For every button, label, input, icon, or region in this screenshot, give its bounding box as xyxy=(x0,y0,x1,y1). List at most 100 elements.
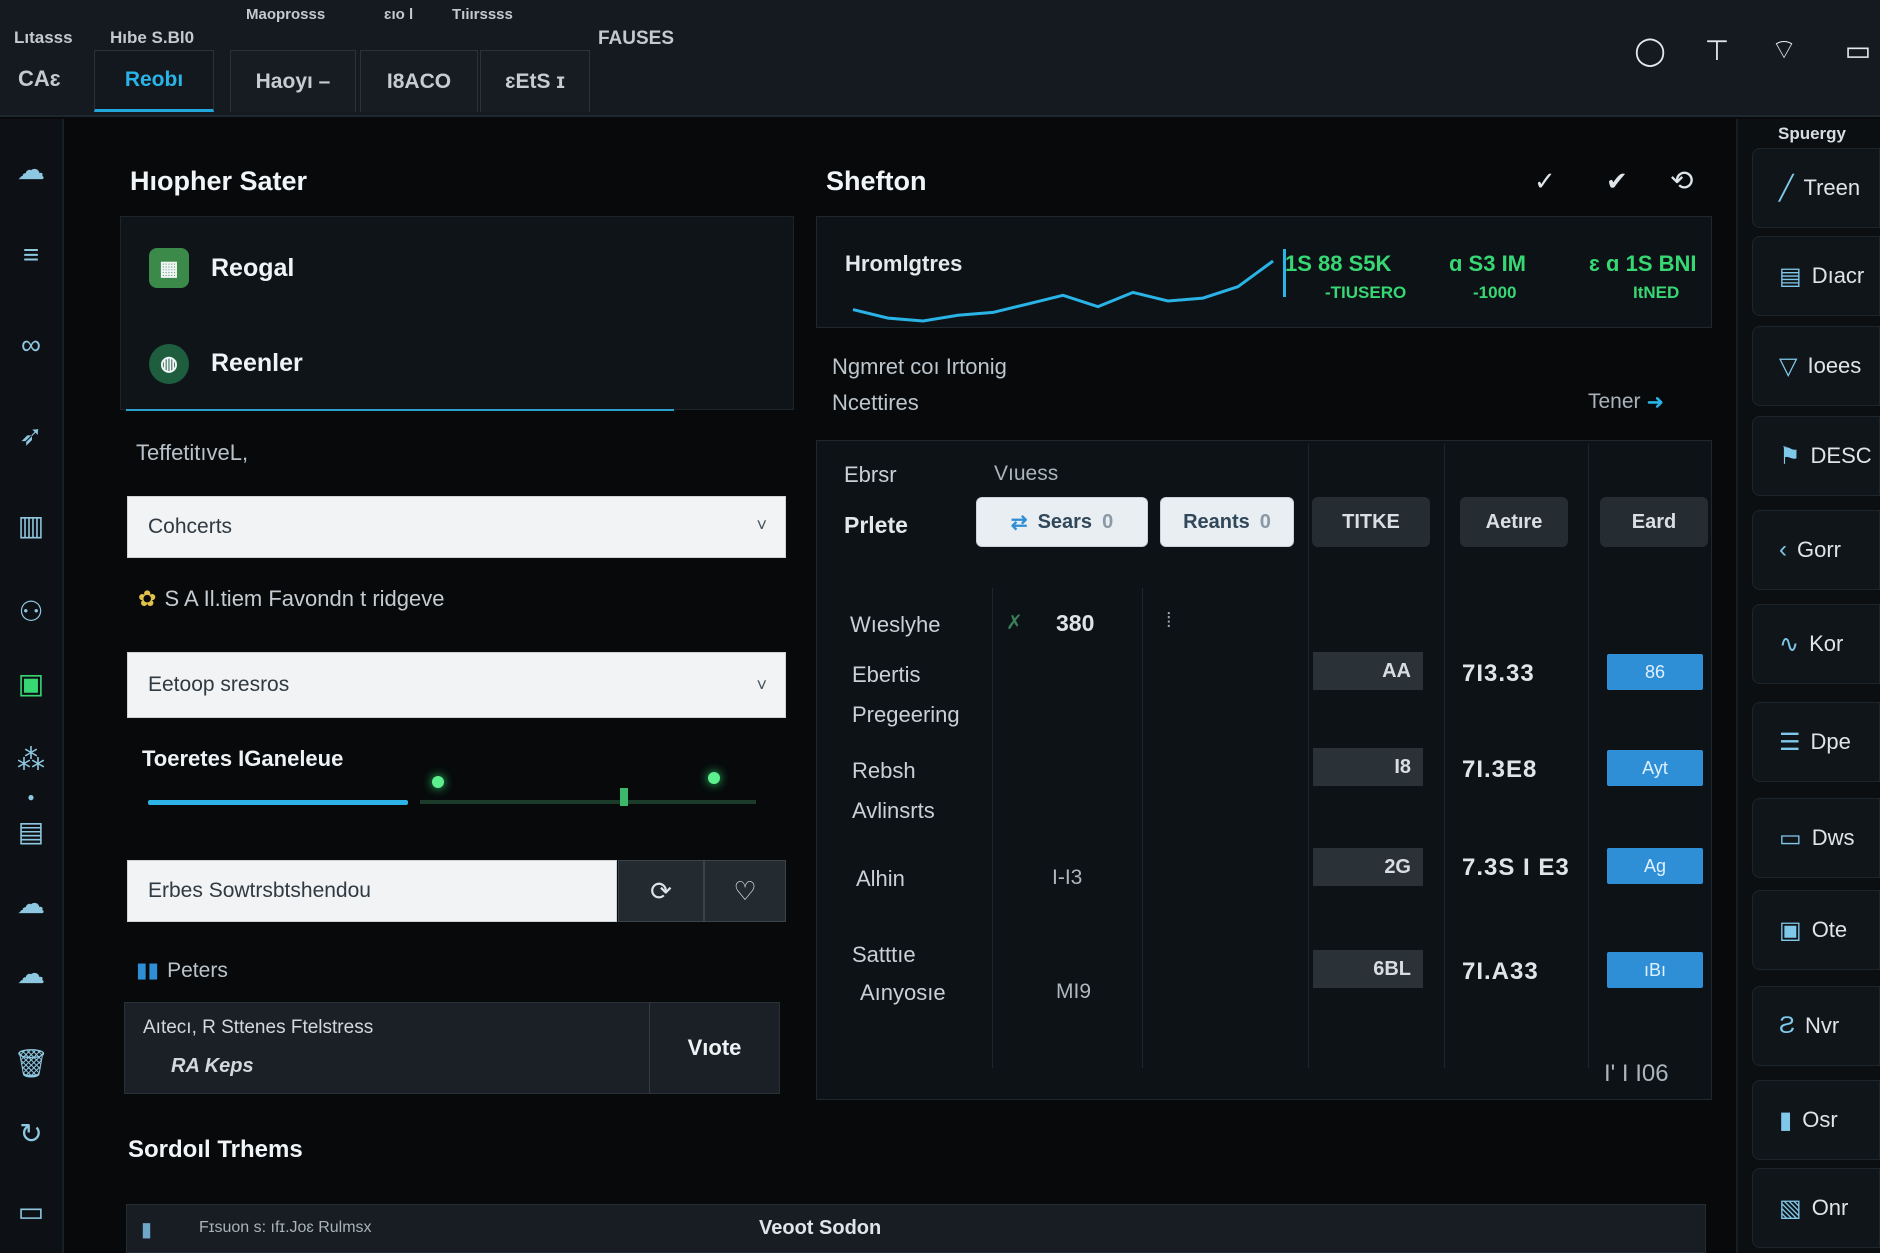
column-eard[interactable]: Eard xyxy=(1600,497,1708,547)
rrail-label: Dpe xyxy=(1810,729,1851,754)
info-line: ✿ S A Il.tiem Favondn t ridgeve xyxy=(138,586,444,612)
row-bar: I8 xyxy=(1313,748,1423,786)
pin-icon[interactable]: ⊤ xyxy=(1697,30,1737,70)
rrail-item-dpe[interactable]: ☰ Dpe xyxy=(1752,702,1880,782)
rrail-label: Nvr xyxy=(1805,1013,1840,1038)
list-icon: ☰ xyxy=(1779,728,1801,756)
search-input[interactable]: Erbes Sowtrsbtshendou xyxy=(127,860,617,922)
link-icon[interactable]: ∞ xyxy=(8,322,54,368)
slider-handle-2[interactable] xyxy=(708,772,720,784)
card-label: Reenler xyxy=(211,349,303,377)
card-label: Reogal xyxy=(211,253,295,282)
row-label: Satttıe xyxy=(852,942,916,967)
row-label: Wıeslyhe xyxy=(850,612,941,637)
tab-i8aco[interactable]: I8ACO xyxy=(360,50,478,112)
pill-reants[interactable]: Reants 0 xyxy=(1160,497,1294,547)
bird-icon[interactable]: ➶ xyxy=(8,412,54,458)
pill-sears[interactable]: ⇄ Sears 0 xyxy=(976,497,1148,547)
row-value-c1: MI9 xyxy=(1056,980,1092,1003)
slider-marker xyxy=(620,788,628,806)
row-value: 7I.A33 xyxy=(1462,958,1539,985)
footer-value: I' I I06 xyxy=(1604,1060,1669,1087)
arrow-icon: ‹ xyxy=(1779,536,1787,563)
rrail-label: Dws xyxy=(1811,825,1855,850)
window-icon[interactable]: ▭ xyxy=(1838,30,1878,70)
search-value: Erbes Sowtrsbtshendou xyxy=(148,879,371,902)
grid-icon: ▦ xyxy=(149,248,189,288)
vote-button[interactable]: Vıote xyxy=(649,1003,779,1093)
users-icon[interactable]: ⚇ xyxy=(8,588,54,634)
tab-haoyi[interactable]: Haoyı – xyxy=(230,50,356,112)
trash-icon[interactable]: 🗑 xyxy=(8,1040,54,1086)
refresh-icon[interactable]: ↻ xyxy=(8,1110,54,1156)
row-action-button[interactable]: 86 xyxy=(1607,654,1703,690)
left-code: CAɛ xyxy=(18,66,61,91)
x-mark-icon: ✗ xyxy=(1006,612,1023,634)
chevron-icon[interactable]: ✓ xyxy=(1534,166,1556,197)
row-label: Rebsh xyxy=(852,758,916,783)
card-reogal[interactable]: ▦ Reogal xyxy=(120,216,794,320)
monitor-icon[interactable]: ▣ xyxy=(8,660,54,706)
select-resources[interactable]: Eetoop sresros ˅ xyxy=(127,652,786,718)
column-titke[interactable]: TITKE xyxy=(1312,497,1430,547)
select-value: Eetoop sresros xyxy=(148,673,290,696)
slider-track[interactable] xyxy=(420,800,756,804)
progress-line xyxy=(126,409,674,411)
row-action-button[interactable]: Ayt xyxy=(1607,750,1703,786)
bottom-left-text: Fɪsuon s: ıfɪ.Joɛ Rulmsx xyxy=(199,1219,372,1236)
check-icon[interactable]: ✔ xyxy=(1606,166,1628,197)
slider-handle[interactable] xyxy=(432,776,444,788)
refresh-icon[interactable]: ⟲ xyxy=(1670,164,1693,197)
row-bar: AA xyxy=(1313,652,1423,690)
rrail-item-treen[interactable]: ╱ Treen xyxy=(1752,148,1880,228)
card-reenler[interactable]: ◍ Reenler xyxy=(120,318,794,410)
chevron-down-icon: ˅ xyxy=(756,515,767,535)
screen-icon[interactable]: ▭ xyxy=(8,1188,54,1234)
cloud-icon[interactable]: ☁ xyxy=(8,146,54,192)
rrail-item-ote[interactable]: ▣ Ote xyxy=(1752,890,1880,970)
select-concerts[interactable]: Cohcerts ˅ xyxy=(127,496,786,558)
refresh-circle-icon[interactable]: ⟳ xyxy=(618,860,704,922)
cloud-small-icon[interactable]: ☁ xyxy=(8,880,54,926)
rrail-item-onr[interactable]: ▧ Onr xyxy=(1752,1168,1880,1248)
top-label-3: Maoprosss xyxy=(246,6,326,23)
top-label-1: Lıtasss xyxy=(14,28,73,47)
left-panel-title: Hıopher Sater xyxy=(130,166,308,196)
rrail-item-nvr[interactable]: Ƨ Nvr xyxy=(1752,986,1880,1066)
info-text: S A Il.tiem Favondn t ridgeve xyxy=(164,586,445,611)
cloud-alt-icon[interactable]: ☁ xyxy=(8,950,54,996)
col-divider xyxy=(1588,444,1589,1068)
rrail-item-ioees[interactable]: ▽ Ioees xyxy=(1752,326,1880,406)
tab-eets[interactable]: ɛEtS ɪ xyxy=(480,50,590,112)
chat-icon[interactable]: ⌔ xyxy=(1764,30,1804,70)
heart-icon[interactable]: ♡ xyxy=(704,860,786,922)
doc-icon: ▤ xyxy=(1779,262,1802,290)
subhead-line1: Ngmret coı Irtonig xyxy=(832,354,1007,379)
row-action-button[interactable]: ıBı xyxy=(1607,952,1703,988)
rrail-item-desc[interactable]: ⚑ DESC xyxy=(1752,416,1880,496)
rrail-label: Treen xyxy=(1803,175,1861,200)
rrail-item-gorr[interactable]: ‹ Gorr xyxy=(1752,510,1880,590)
layers-icon[interactable]: ≡ xyxy=(8,232,54,278)
top-label-4: ɛıo l xyxy=(384,6,414,23)
database-icon[interactable]: ▤ xyxy=(8,808,54,854)
rrail-item-dws[interactable]: ▭ Dws xyxy=(1752,798,1880,878)
trend-icon: ╱ xyxy=(1779,174,1794,202)
row-action-button[interactable]: Ag xyxy=(1607,848,1703,884)
rrail-label: Ote xyxy=(1811,917,1848,942)
rrail-label: Gorr xyxy=(1797,537,1841,562)
center-label: FAUSES xyxy=(598,28,675,49)
row-value-c1: I‑I3 xyxy=(1052,866,1083,889)
folder-icon: ▭ xyxy=(1779,824,1802,852)
chart-icon[interactable]: ▥ xyxy=(8,502,54,548)
subhead-link[interactable]: Tener ➜ xyxy=(1588,390,1664,415)
slider-fill xyxy=(148,800,408,805)
bottom-bar: ▮ Fɪsuon s: ıfɪ.Joɛ Rulmsx Veoot Sodon xyxy=(126,1204,1706,1253)
tab-reobi[interactable]: Reobı xyxy=(94,50,214,112)
column-aetire[interactable]: Aetıre xyxy=(1460,497,1568,547)
rrail-item-kor[interactable]: ∿ Kor xyxy=(1752,604,1880,684)
row-label-2: Aınyosıe xyxy=(860,980,946,1005)
rrail-item-diacr[interactable]: ▤ Dıacr xyxy=(1752,236,1880,316)
rrail-item-osr[interactable]: ▮ Osr xyxy=(1752,1080,1880,1160)
circle-icon[interactable]: ◯ xyxy=(1630,30,1670,70)
